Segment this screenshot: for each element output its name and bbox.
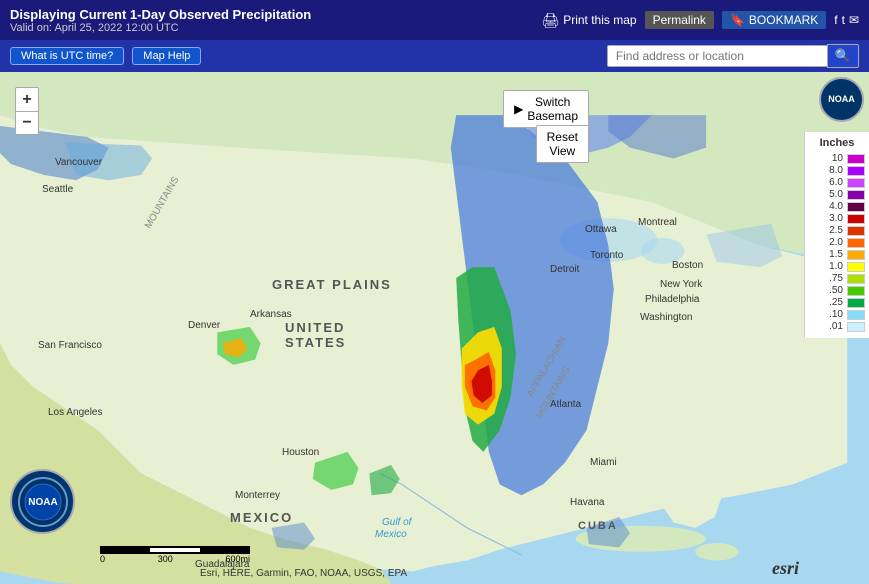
legend-color-swatch [847,250,865,260]
legend-value: 1.0 [815,261,843,272]
legend-color-swatch [847,238,865,248]
map-help-button[interactable]: Map Help [132,47,201,65]
legend-row: .25 [807,297,867,308]
legend-color-swatch [847,262,865,272]
legend-row: .10 [807,309,867,320]
legend-value: 10 [815,153,843,164]
legend-row: 4.0 [807,201,867,212]
bookmark-icon: 🔖 [730,13,745,27]
noaa-logo-top-right: NOAA [819,77,864,122]
utc-time-button[interactable]: What is UTC time? [10,47,124,65]
print-button[interactable]: 🖨 Print this map [541,12,636,29]
legend-color-swatch [847,154,865,164]
legend-color-swatch [847,202,865,212]
esri-text: esri [772,558,799,578]
legend-value: .10 [815,309,843,320]
reset-view-button[interactable]: Reset View [536,125,589,163]
legend-row: 8.0 [807,165,867,176]
legend-row: 2.5 [807,225,867,236]
legend-color-swatch [847,322,865,332]
legend-row: 2.0 [807,237,867,248]
legend-color-swatch [847,166,865,176]
legend-value: .01 [815,321,843,332]
legend-value: .50 [815,285,843,296]
triangle-icon: ▶ [514,102,523,116]
printer-icon: 🖨 [541,12,559,29]
legend-value: 2.0 [815,237,843,248]
legend-items: 108.06.05.04.03.02.52.01.51.0.75.50.25.1… [807,153,867,332]
legend-color-swatch [847,190,865,200]
facebook-icon[interactable]: f [834,13,837,27]
map-container[interactable]: MOUNTAINS APPALACHIAN MOUNTAINS Vancouve… [0,72,869,584]
legend-color-swatch [847,286,865,296]
legend-row: 1.5 [807,249,867,260]
scale-line [100,546,250,554]
svg-text:NOAA: NOAA [28,497,57,508]
legend-row: 5.0 [807,189,867,200]
search-button[interactable]: 🔍 [827,44,859,68]
legend-color-swatch [847,226,865,236]
print-label: Print this map [563,13,636,27]
legend-value: 3.0 [815,213,843,224]
valid-date: Valid on: April 25, 2022 12:00 UTC [10,22,311,34]
basemap-label: Switch Basemap [527,95,578,123]
scale-label-0: 0 [100,554,105,564]
legend-color-swatch [847,274,865,284]
scale-label-300: 300 [158,554,173,564]
scale-seg-2 [150,546,200,554]
legend-value: .25 [815,297,843,308]
esri-logo: esri [772,558,799,579]
attribution: Esri, HERE, Garmin, FAO, NOAA, USGS, EPA [200,568,407,579]
legend-value: 8.0 [815,165,843,176]
legend-row: .75 [807,273,867,284]
search-bar: 🔍 [607,44,859,68]
legend-title: Inches [807,137,867,149]
zoom-controls: + − [15,87,39,135]
social-share-icons: f t ✉ [834,13,859,27]
zoom-out-button[interactable]: − [15,111,39,135]
legend-color-swatch [847,214,865,224]
search-input[interactable] [607,45,827,67]
bookmark-label: BOOKMARK [749,13,818,27]
legend-value: .75 [815,273,843,284]
subheader-buttons: What is UTC time? Map Help [10,47,201,65]
twitter-icon[interactable]: t [842,13,845,27]
scale-label-600: 600mi [225,554,250,564]
noaa-text: NOAA [828,94,855,105]
legend-value: 2.5 [815,225,843,236]
legend-color-swatch [847,298,865,308]
legend-row: 6.0 [807,177,867,188]
header-actions: 🖨 Print this map Permalink 🔖 BOOKMARK f … [541,11,859,29]
legend: Inches 108.06.05.04.03.02.52.01.51.0.75.… [804,132,869,338]
legend-value: 1.5 [815,249,843,260]
scale-seg-1 [100,546,150,554]
legend-row: 1.0 [807,261,867,272]
zoom-in-button[interactable]: + [15,87,39,111]
legend-row: .50 [807,285,867,296]
subheader-bar: What is UTC time? Map Help 🔍 [0,40,869,72]
noaa-logo-svg: NOAA [18,477,68,527]
legend-row: 3.0 [807,213,867,224]
noaa-logo-bottom: NOAA [10,469,75,534]
map-svg: MOUNTAINS APPALACHIAN MOUNTAINS [0,72,869,584]
scale-labels: 0 300 600mi [100,554,250,564]
legend-value: 6.0 [815,177,843,188]
legend-value: 4.0 [815,201,843,212]
scale-bar: 0 300 600mi [100,546,250,564]
legend-row: 10 [807,153,867,164]
legend-color-swatch [847,310,865,320]
bookmark-button[interactable]: 🔖 BOOKMARK [722,11,826,29]
permalink-button[interactable]: Permalink [645,11,714,29]
header-info: Displaying Current 1-Day Observed Precip… [10,7,311,34]
legend-row: .01 [807,321,867,332]
email-icon[interactable]: ✉ [849,13,859,27]
scale-seg-3 [200,546,250,554]
legend-color-swatch [847,178,865,188]
map-title: Displaying Current 1-Day Observed Precip… [10,7,311,22]
basemap-button[interactable]: ▶ Switch Basemap [503,90,589,128]
header-bar: Displaying Current 1-Day Observed Precip… [0,0,869,40]
legend-value: 5.0 [815,189,843,200]
